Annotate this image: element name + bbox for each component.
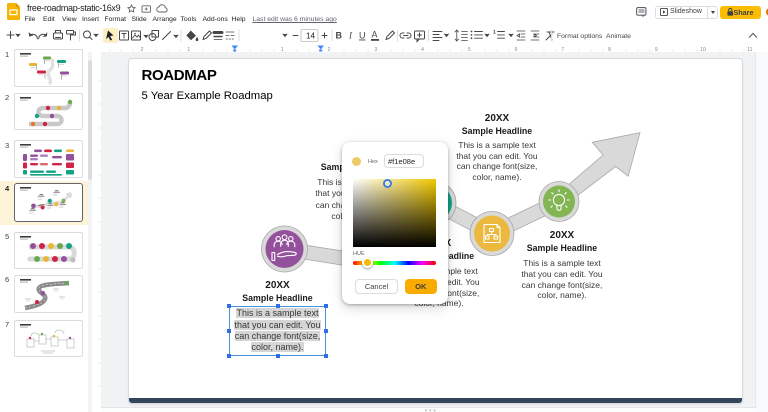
- svg-text:1: 1: [187, 47, 190, 52]
- svg-text:B: B: [336, 31, 343, 41]
- svg-text:11: 11: [747, 47, 752, 52]
- svg-text:2: 2: [328, 47, 331, 52]
- svg-text:9: 9: [655, 47, 658, 52]
- svg-text:I: I: [348, 31, 353, 41]
- svg-text:8: 8: [608, 47, 611, 52]
- svg-text:14: 14: [306, 32, 315, 41]
- svg-text:2: 2: [141, 47, 144, 52]
- svg-text:4: 4: [421, 47, 424, 52]
- svg-text:A: A: [372, 30, 378, 40]
- svg-text:Format options: Format options: [557, 33, 603, 40]
- svg-text:U: U: [359, 31, 366, 41]
- svg-text:3: 3: [374, 47, 377, 52]
- svg-text:6: 6: [515, 47, 518, 52]
- svg-text:7: 7: [561, 47, 564, 52]
- svg-text:10: 10: [700, 47, 706, 52]
- svg-text:5: 5: [468, 47, 471, 52]
- svg-text:Animate: Animate: [606, 33, 631, 40]
- svg-text:1: 1: [281, 47, 284, 52]
